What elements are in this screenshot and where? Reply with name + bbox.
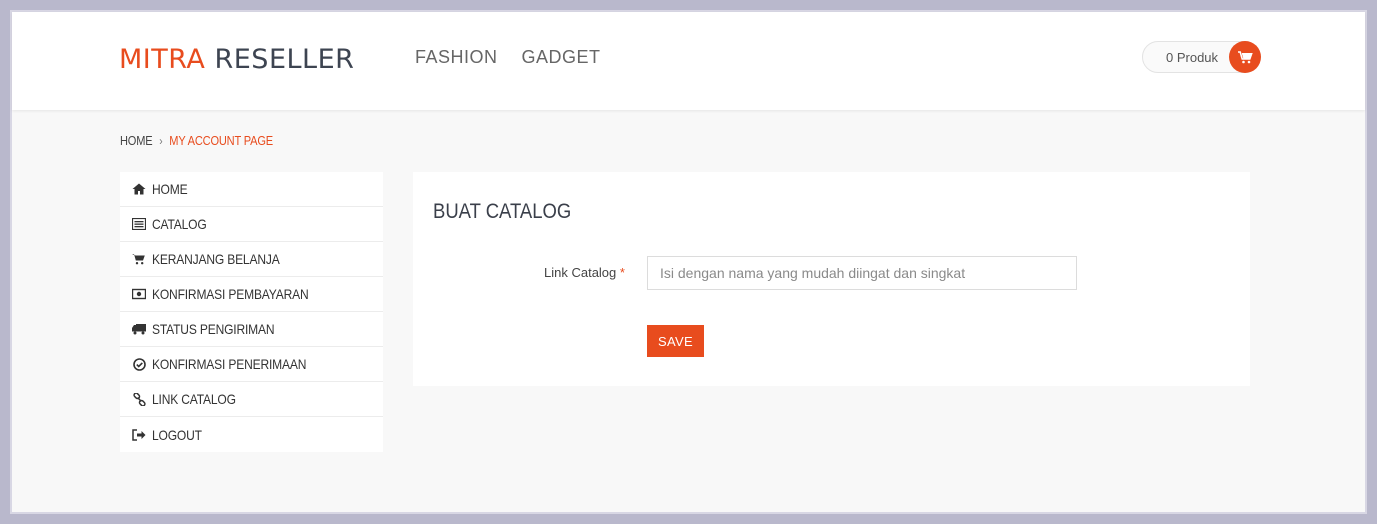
link-catalog-input[interactable] — [647, 256, 1077, 290]
link-catalog-label: Link Catalog * — [544, 265, 625, 280]
nav-item-gadget[interactable]: GADGET — [522, 47, 601, 68]
save-button[interactable]: SAVE — [647, 325, 704, 357]
logo[interactable]: MITRA RESELLER — [119, 44, 354, 75]
cart-widget[interactable]: 0 Produk — [1142, 41, 1261, 73]
sidebar-item-catalog[interactable]: CATALOG — [120, 207, 383, 242]
main-nav: FASHION GADGET — [415, 47, 601, 68]
panel-title: BUAT CATALOG — [433, 200, 572, 223]
home-icon — [132, 182, 146, 196]
link-icon — [132, 392, 146, 406]
cart-count-label: 0 Produk — [1166, 50, 1219, 65]
create-catalog-panel: BUAT CATALOG Link Catalog * SAVE — [413, 172, 1250, 386]
account-sidebar: HOME CATALOG KERANJANG BELANJA KONFIRMAS… — [120, 172, 383, 452]
breadcrumb-current: MY ACCOUNT PAGE — [169, 133, 273, 148]
list-icon — [132, 217, 146, 231]
cart-button[interactable] — [1229, 41, 1261, 73]
breadcrumb-home[interactable]: HOME — [120, 133, 153, 148]
sidebar-item-keranjang-belanja[interactable]: KERANJANG BELANJA — [120, 242, 383, 277]
sidebar-item-label: STATUS PENGIRIMAN — [152, 321, 275, 337]
sidebar-item-label: LINK CATALOG — [152, 391, 236, 407]
nav-item-fashion[interactable]: FASHION — [415, 47, 498, 68]
breadcrumb: HOME › MY ACCOUNT PAGE — [120, 133, 273, 148]
sidebar-item-label: LOGOUT — [152, 426, 202, 443]
money-icon — [132, 287, 146, 301]
link-catalog-label-text: Link Catalog — [544, 265, 617, 280]
breadcrumb-separator: › — [159, 133, 163, 148]
logo-part-reseller: RESELLER — [214, 44, 355, 75]
sign-out-icon — [132, 428, 146, 442]
sidebar-item-label: KONFIRMASI PEMBAYARAN — [152, 286, 309, 302]
logo-part-mitra: MITRA — [119, 44, 206, 75]
shopping-cart-icon — [132, 252, 146, 266]
sidebar-item-home[interactable]: HOME — [120, 172, 383, 207]
sidebar-item-label: KERANJANG BELANJA — [152, 251, 280, 267]
sidebar-item-konfirmasi-pembayaran[interactable]: KONFIRMASI PEMBAYARAN — [120, 277, 383, 312]
sidebar-item-konfirmasi-penerimaan[interactable]: KONFIRMASI PENERIMAAN — [120, 347, 383, 382]
sidebar-item-link-catalog[interactable]: LINK CATALOG — [120, 382, 383, 417]
page-frame: MITRA RESELLER FASHION GADGET 0 Produk H… — [12, 12, 1365, 512]
sidebar-item-label: KONFIRMASI PENERIMAAN — [152, 356, 307, 372]
required-marker: * — [619, 265, 625, 280]
sidebar-item-status-pengiriman[interactable]: STATUS PENGIRIMAN — [120, 312, 383, 347]
sidebar-item-logout[interactable]: LOGOUT — [120, 417, 383, 452]
sidebar-item-label: CATALOG — [152, 216, 207, 232]
truck-icon — [132, 322, 146, 336]
check-circle-icon — [132, 357, 146, 371]
header: MITRA RESELLER FASHION GADGET 0 Produk — [12, 12, 1365, 110]
sidebar-item-label: HOME — [152, 181, 188, 197]
shopping-cart-icon — [1237, 50, 1253, 63]
